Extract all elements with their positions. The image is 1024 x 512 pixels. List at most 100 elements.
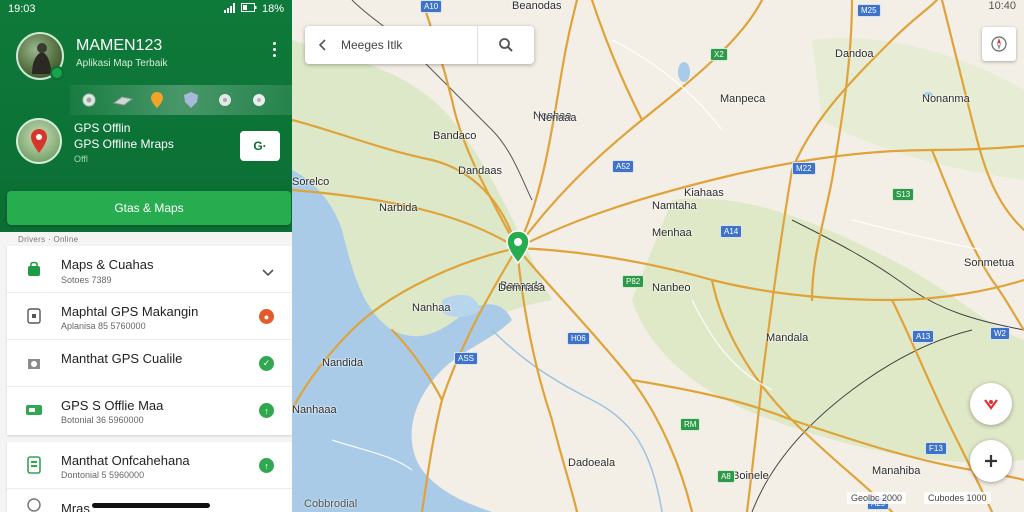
panel-header: 19:03 18% MAMEN123 Aplikasi Map Terbaik [0, 0, 292, 232]
list-item-sub: Botonial 36 5960000 [61, 415, 144, 425]
map-attribution: Cobbrodial [304, 498, 358, 510]
place-label: Kiahaas [684, 187, 724, 199]
place-label: Namtaha [652, 200, 697, 212]
status-time: 19:03 [8, 3, 36, 15]
map-search-bar[interactable]: Meeges Itlk [305, 26, 534, 64]
settings-icon[interactable] [214, 89, 236, 111]
gear-icon[interactable] [78, 89, 100, 111]
profile-name: MAMEN123 [76, 37, 163, 54]
truck-icon [24, 400, 44, 420]
list-item-sub: Aplanisa 85 5760000 [61, 321, 146, 331]
route-shield: M22 [792, 162, 816, 175]
list-item-title: Manthat GPS Cualile [61, 351, 183, 366]
camera-icon [24, 495, 44, 512]
zoom-in-button[interactable] [970, 440, 1012, 482]
place-label: Nonanma [922, 93, 970, 105]
place-label: Dandoa [835, 48, 874, 60]
place-label: Mandala [766, 332, 809, 344]
place-label: Boinele [732, 470, 769, 482]
status-badge: ↑ [259, 458, 274, 473]
status-badge: ● [259, 309, 274, 324]
place-label: Nandida [322, 357, 363, 369]
marker-icon[interactable] [146, 89, 168, 111]
search-query[interactable]: Meeges Itlk [341, 38, 477, 52]
place-label: Bandaco [433, 130, 477, 142]
scale-label: Geolbc 2000 [847, 492, 907, 504]
location-pin-icon[interactable] [505, 230, 531, 264]
layers-button[interactable] [970, 383, 1012, 425]
more-menu-icon[interactable] [266, 38, 282, 60]
list-item-title: Maphtal GPS Makangin [61, 304, 199, 319]
battery-level: 18% [261, 3, 284, 15]
status-bar: 19:03 18% [0, 0, 292, 18]
app-card[interactable]: GPS Offlin GPS Offline Mraps Offl G· [16, 118, 286, 172]
list-item-sub: Dontonial 5 5960000 [61, 470, 145, 480]
route-shield: X2 [710, 48, 728, 61]
route-shield: A13 [912, 330, 935, 343]
app-title: GPS Offlin [74, 121, 131, 135]
app-meta: Offl [74, 154, 88, 164]
plus-icon [985, 455, 997, 467]
search-icon[interactable] [478, 26, 534, 64]
route-shield: F13 [925, 442, 947, 455]
place-label: Nanhaa [412, 302, 451, 314]
list-item[interactable]: Maphtal GPS Makangin Aplanisa 85 5760000… [7, 293, 292, 340]
signal-icon [223, 2, 236, 16]
place-label: Manahiba [872, 465, 921, 477]
map-canvas [292, 0, 1024, 512]
route-shield: S13 [892, 188, 915, 201]
route-shield: A8 [717, 470, 735, 483]
status-badge: ✓ [259, 356, 274, 371]
route-shield: A10 [420, 0, 443, 13]
place-label: Manpeca [720, 93, 766, 105]
section-label: Drivers · Online [18, 235, 79, 244]
primary-action-button[interactable]: Gtas & Maps [7, 191, 291, 225]
list-item-title: Mras [61, 501, 90, 512]
home-indicator [92, 503, 210, 508]
place-label: Menhaa [652, 227, 692, 239]
compass-icon[interactable] [982, 27, 1016, 61]
list-card: Manthat Onfcahehana Dontonial 5 5960000 … [7, 442, 292, 512]
place-label: Nanhaaa [292, 404, 337, 416]
place-label: Sonmetua [964, 257, 1015, 269]
list-item[interactable]: Manthat GPS Cualile ✓ [7, 340, 292, 387]
route-shield: A52 [612, 160, 635, 173]
route-icon [984, 399, 998, 410]
place-label: Demnasa [498, 282, 546, 294]
map-pin-icon [16, 118, 62, 164]
satellite-icon[interactable] [112, 89, 134, 111]
category-row[interactable]: Maps & Cuahas Sotoes 7389 [7, 246, 292, 293]
side-panel: 19:03 18% MAMEN123 Aplikasi Map Terbaik [0, 0, 292, 512]
list-item[interactable]: Mras [7, 489, 292, 512]
place-label: Sorelco [292, 176, 330, 188]
category-title: Maps & Cuahas [61, 257, 154, 272]
profile-subtitle: Aplikasi Map Terbaik [76, 58, 168, 69]
device-icon [24, 306, 44, 326]
profile-header[interactable]: MAMEN123 Aplikasi Map Terbaik [16, 32, 286, 82]
category-sub: Sotoes 7389 [61, 275, 112, 285]
online-badge [50, 66, 64, 80]
list-item-title: Manthat Onfcahehana [61, 453, 190, 468]
scale-label: Cubodes 1000 [924, 492, 991, 504]
map-view[interactable]: Nenhaa Bandaco Dandaas Narbida Sorelco N… [292, 0, 1024, 512]
open-app-button[interactable]: G· [240, 131, 280, 161]
chevron-down-icon[interactable] [262, 264, 274, 282]
status-badge: ↑ [259, 403, 274, 418]
bag-icon [24, 259, 44, 279]
camera-icon [24, 353, 44, 373]
back-arrow-icon[interactable] [305, 26, 341, 64]
route-shield: A14 [720, 225, 743, 238]
route-shield: W2 [990, 327, 1010, 340]
place-label: Beanodas [512, 0, 562, 12]
quick-actions-strip [70, 85, 292, 115]
route-shield: M25 [857, 4, 881, 17]
list-item[interactable]: GPS S Offlie Maa Botonial 36 5960000 ↑ [7, 387, 292, 434]
list-item[interactable]: Manthat Onfcahehana Dontonial 5 5960000 … [7, 442, 292, 489]
battery-icon [240, 3, 257, 15]
app-subtitle: GPS Offline Mraps [74, 137, 174, 151]
document-icon [24, 455, 44, 475]
route-shield: P82 [622, 275, 645, 288]
place-label: Nanbeo [652, 282, 691, 294]
cog-icon[interactable] [248, 89, 270, 111]
shield-icon[interactable] [180, 89, 202, 111]
